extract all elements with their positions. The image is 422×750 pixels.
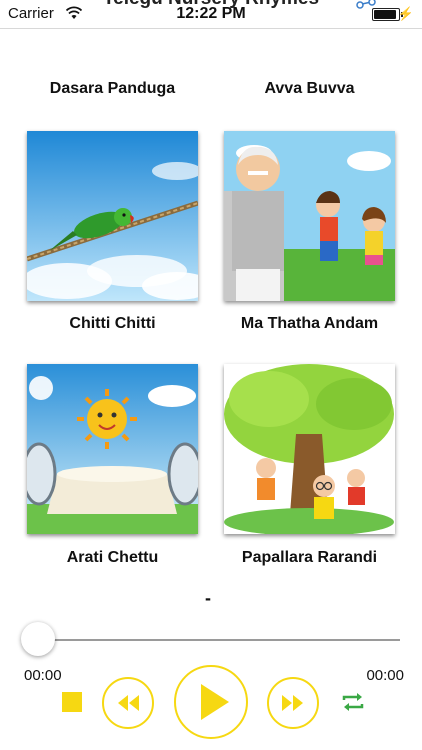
play-icon bbox=[201, 684, 229, 720]
repeat-icon[interactable] bbox=[340, 690, 366, 714]
song-thumbnail-arati[interactable] bbox=[27, 364, 198, 534]
parrot-image bbox=[27, 131, 198, 301]
charging-icon: ⚡ bbox=[397, 6, 414, 21]
status-bar: Telegu Nursery Rhymes Carrier 12:22 PM ⚡ bbox=[0, 0, 422, 29]
total-duration: 00:00 bbox=[366, 667, 404, 684]
song-thumbnail-thatha[interactable] bbox=[224, 131, 395, 301]
tree-kids-image bbox=[224, 364, 395, 534]
song-title-dasara[interactable]: Dasara Panduga bbox=[27, 80, 198, 98]
progress-track[interactable] bbox=[26, 639, 400, 641]
play-button[interactable] bbox=[174, 665, 248, 739]
song-title-papallara[interactable]: Papallara Rarandi bbox=[224, 549, 395, 567]
sun-table-image bbox=[27, 364, 198, 534]
song-title-arati[interactable]: Arati Chettu bbox=[27, 549, 198, 567]
fast-forward-button[interactable] bbox=[267, 677, 319, 729]
song-thumbnail-papallara[interactable] bbox=[224, 364, 395, 534]
grandfather-kids-image bbox=[224, 131, 395, 301]
song-title-chitti[interactable]: Chitti Chitti bbox=[27, 315, 198, 333]
fast-forward-icon bbox=[282, 695, 303, 711]
battery-icon bbox=[372, 8, 403, 21]
song-title-thatha[interactable]: Ma Thatha Andam bbox=[224, 315, 395, 333]
song-thumbnail-chitti[interactable] bbox=[27, 131, 198, 301]
rewind-icon bbox=[118, 695, 139, 711]
rewind-button[interactable] bbox=[102, 677, 154, 729]
song-title-avva[interactable]: Avva Buvva bbox=[224, 80, 395, 98]
now-playing-title: - bbox=[205, 588, 211, 608]
stop-button[interactable] bbox=[62, 692, 82, 712]
progress-knob[interactable] bbox=[21, 622, 55, 656]
elapsed-time: 00:00 bbox=[24, 667, 62, 684]
